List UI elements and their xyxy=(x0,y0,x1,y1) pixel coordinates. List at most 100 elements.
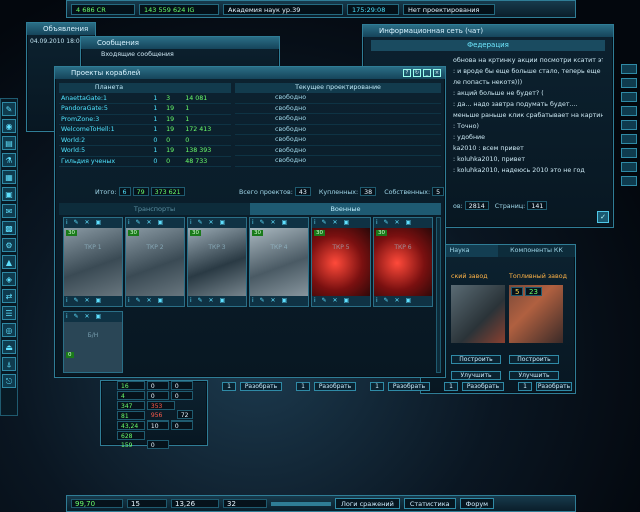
build-fuel-button[interactable]: Построить xyxy=(509,355,559,364)
planet-name[interactable]: WelcomeToHell:1 xyxy=(59,124,152,136)
tab-components[interactable]: Компоненты КК xyxy=(498,245,575,257)
eye-icon[interactable]: ◎ xyxy=(2,323,16,337)
side-icon-3[interactable] xyxy=(621,92,637,102)
side-icon-6[interactable] xyxy=(621,134,637,144)
chat-channel[interactable]: Федерация xyxy=(371,40,605,51)
planet-name[interactable]: AnaettaGate:1 xyxy=(59,93,152,104)
ship-card-actions[interactable]: i ✎ ✕ ▣ xyxy=(374,218,432,228)
side-icon-4[interactable] xyxy=(621,106,637,116)
ship-card-actions[interactable]: i ✎ ✕ ▣ xyxy=(126,296,184,306)
dismantle-button[interactable]: Разобрать xyxy=(314,382,356,391)
total-projects: 43 xyxy=(294,187,311,196)
map-icon[interactable]: ▩ xyxy=(2,221,16,235)
table-row[interactable]: World:5 1 19 138 393 xyxy=(59,145,231,157)
exit-icon[interactable]: ⎋ xyxy=(2,374,16,388)
battle-logs-button[interactable]: Логи сражений xyxy=(335,498,400,509)
side-icon-5[interactable] xyxy=(621,120,637,130)
alliance-icon[interactable]: ◈ xyxy=(2,272,16,286)
help-icon[interactable]: ? xyxy=(403,69,411,77)
table-row[interactable]: WelcomeToHell:1 1 19 172 413 xyxy=(59,124,231,136)
chat-title[interactable]: Информационная сеть (чат) xyxy=(363,25,613,37)
stats-row: 347 832 353 956 72 xyxy=(101,401,207,419)
fleet-icon[interactable]: ▲ xyxy=(2,255,16,269)
volume-slider[interactable] xyxy=(271,501,331,506)
research-label[interactable]: Академия наук ур.39 xyxy=(223,3,343,15)
minimize-icon[interactable]: _ xyxy=(423,69,431,77)
gear-icon[interactable]: ⚙ xyxy=(2,238,16,252)
tab-military[interactable]: Военные xyxy=(250,203,441,215)
factory-icon[interactable]: ▤ xyxy=(2,136,16,150)
ship-card-actions[interactable]: i ✎ ✕ ▣ xyxy=(188,296,246,306)
side-icon-1[interactable] xyxy=(621,64,637,74)
ship-card-actions[interactable]: i ✎ ✕ ▣ xyxy=(374,296,432,306)
ship-card-actions[interactable]: i ✎ ✕ ▣ xyxy=(250,296,308,306)
ship-card-actions[interactable]: i ✎ ✕ ▣ xyxy=(64,312,122,322)
ship-card-actions[interactable]: i ✎ ✕ ▣ xyxy=(188,218,246,228)
dismantle-button[interactable]: Разобрать xyxy=(240,382,282,391)
ship-card[interactable]: i ✎ ✕ ▣ 30 ТКР 1 i ✎ ✕ ▣ xyxy=(63,217,123,307)
table-row[interactable]: AnaettaGate:1 1 3 14 081 xyxy=(59,93,231,104)
planet-name[interactable]: PandoraGate:5 xyxy=(59,103,152,115)
planet-name[interactable]: World:5 xyxy=(59,145,152,157)
side-icon-8[interactable] xyxy=(621,162,637,172)
design-status[interactable]: Нет проектирования xyxy=(403,3,495,15)
build-button[interactable]: Построить xyxy=(451,355,501,364)
ship-card[interactable]: i ✎ ✕ ▣ 0 Б/Н xyxy=(63,311,123,373)
inbox-label[interactable]: Входящие сообщения xyxy=(81,49,279,60)
side-icon-2[interactable] xyxy=(621,78,637,88)
chat-line: : и вроде бы еще больше стало, теперь ещ… xyxy=(453,68,601,75)
ship-card[interactable]: i ✎ ✕ ▣ 30 ТКР 4 i ✎ ✕ ▣ xyxy=(249,217,309,307)
refresh-icon[interactable]: ↻ xyxy=(413,69,421,77)
cargo-icon[interactable]: ▣ xyxy=(2,187,16,201)
ship-card[interactable]: i ✎ ✕ ▣ 30 ТКР 6 i ✎ ✕ ▣ xyxy=(373,217,433,307)
side-icon-9[interactable] xyxy=(621,176,637,186)
rocket-icon[interactable]: ⍋ xyxy=(2,357,16,371)
send-button[interactable]: ✓ xyxy=(597,211,609,223)
ship-card-actions[interactable]: i ✎ ✕ ▣ xyxy=(312,218,370,228)
cell: 19 xyxy=(164,103,184,115)
statistics-button[interactable]: Статистика xyxy=(403,498,456,509)
chat-icon[interactable]: ✉ xyxy=(2,204,16,218)
messages-title[interactable]: Сообщения xyxy=(81,37,279,49)
ship-projects-window: Проекты кораблей ? ↻ _ × Планета Anaetta… xyxy=(54,66,446,378)
ship-card[interactable]: i ✎ ✕ ▣ 30 ТКР 5 i ✎ ✕ ▣ xyxy=(311,217,371,307)
ship-icon[interactable]: ⏏ xyxy=(2,340,16,354)
upgrade-fuel-button[interactable]: Улучшить xyxy=(509,371,559,380)
ship-card[interactable]: i ✎ ✕ ▣ 30 ТКР 3 i ✎ ✕ ▣ xyxy=(187,217,247,307)
dismantle-button[interactable]: Разобрать xyxy=(536,382,572,391)
ship-card-actions[interactable]: i ✎ ✕ ▣ xyxy=(64,218,122,228)
ship-card-actions[interactable]: i ✎ ✕ ▣ xyxy=(250,218,308,228)
table-row[interactable]: World:2 0 0 0 xyxy=(59,135,231,146)
side-icon-7[interactable] xyxy=(621,148,637,158)
right-toolbar xyxy=(618,60,640,220)
planet-name[interactable]: PromZone:3 xyxy=(59,114,152,125)
table-row[interactable]: PandoraGate:5 1 19 1 xyxy=(59,103,231,115)
planet-icon[interactable]: ◉ xyxy=(2,119,16,133)
planet-name[interactable]: Гильдия ученых xyxy=(59,156,152,167)
ranking-icon[interactable]: ☰ xyxy=(2,306,16,320)
ship-projects-title[interactable]: Проекты кораблей xyxy=(55,67,445,79)
tools-icon[interactable]: ✎ xyxy=(2,102,16,116)
dismantle-button[interactable]: Разобрать xyxy=(388,382,430,391)
announcements-title[interactable]: Объявления xyxy=(27,23,95,35)
dismantle-button[interactable]: Разобрать xyxy=(462,382,504,391)
ship-card-actions[interactable]: i ✎ ✕ ▣ xyxy=(312,296,370,306)
ship-grid-scrollbar[interactable] xyxy=(436,217,441,373)
trade-icon[interactable]: ⇄ xyxy=(2,289,16,303)
table-row[interactable]: PromZone:3 1 19 1 xyxy=(59,114,231,125)
close-icon[interactable]: × xyxy=(433,69,441,77)
stats-row: 81 020 0 0 xyxy=(101,411,207,429)
planet-name[interactable]: World:2 xyxy=(59,135,152,146)
window-controls: ? ↻ _ × xyxy=(403,69,441,77)
ship-card-actions[interactable]: i ✎ ✕ ▣ xyxy=(126,218,184,228)
table-row[interactable]: Гильдия ученых 0 0 48 733 xyxy=(59,156,231,167)
building-icon[interactable]: ▦ xyxy=(2,170,16,184)
flask-icon[interactable]: ⚗ xyxy=(2,153,16,167)
ship-card-actions[interactable]: i ✎ ✕ ▣ xyxy=(64,296,122,306)
ship-image xyxy=(126,228,184,298)
forum-button[interactable]: Форум xyxy=(459,498,495,509)
upgrade-button[interactable]: Улучшить xyxy=(451,371,501,380)
tab-transport[interactable]: Транспорты xyxy=(59,203,250,215)
ship-card[interactable]: i ✎ ✕ ▣ 30 ТКР 2 i ✎ ✕ ▣ xyxy=(125,217,185,307)
ship-level: 30 xyxy=(376,230,387,236)
